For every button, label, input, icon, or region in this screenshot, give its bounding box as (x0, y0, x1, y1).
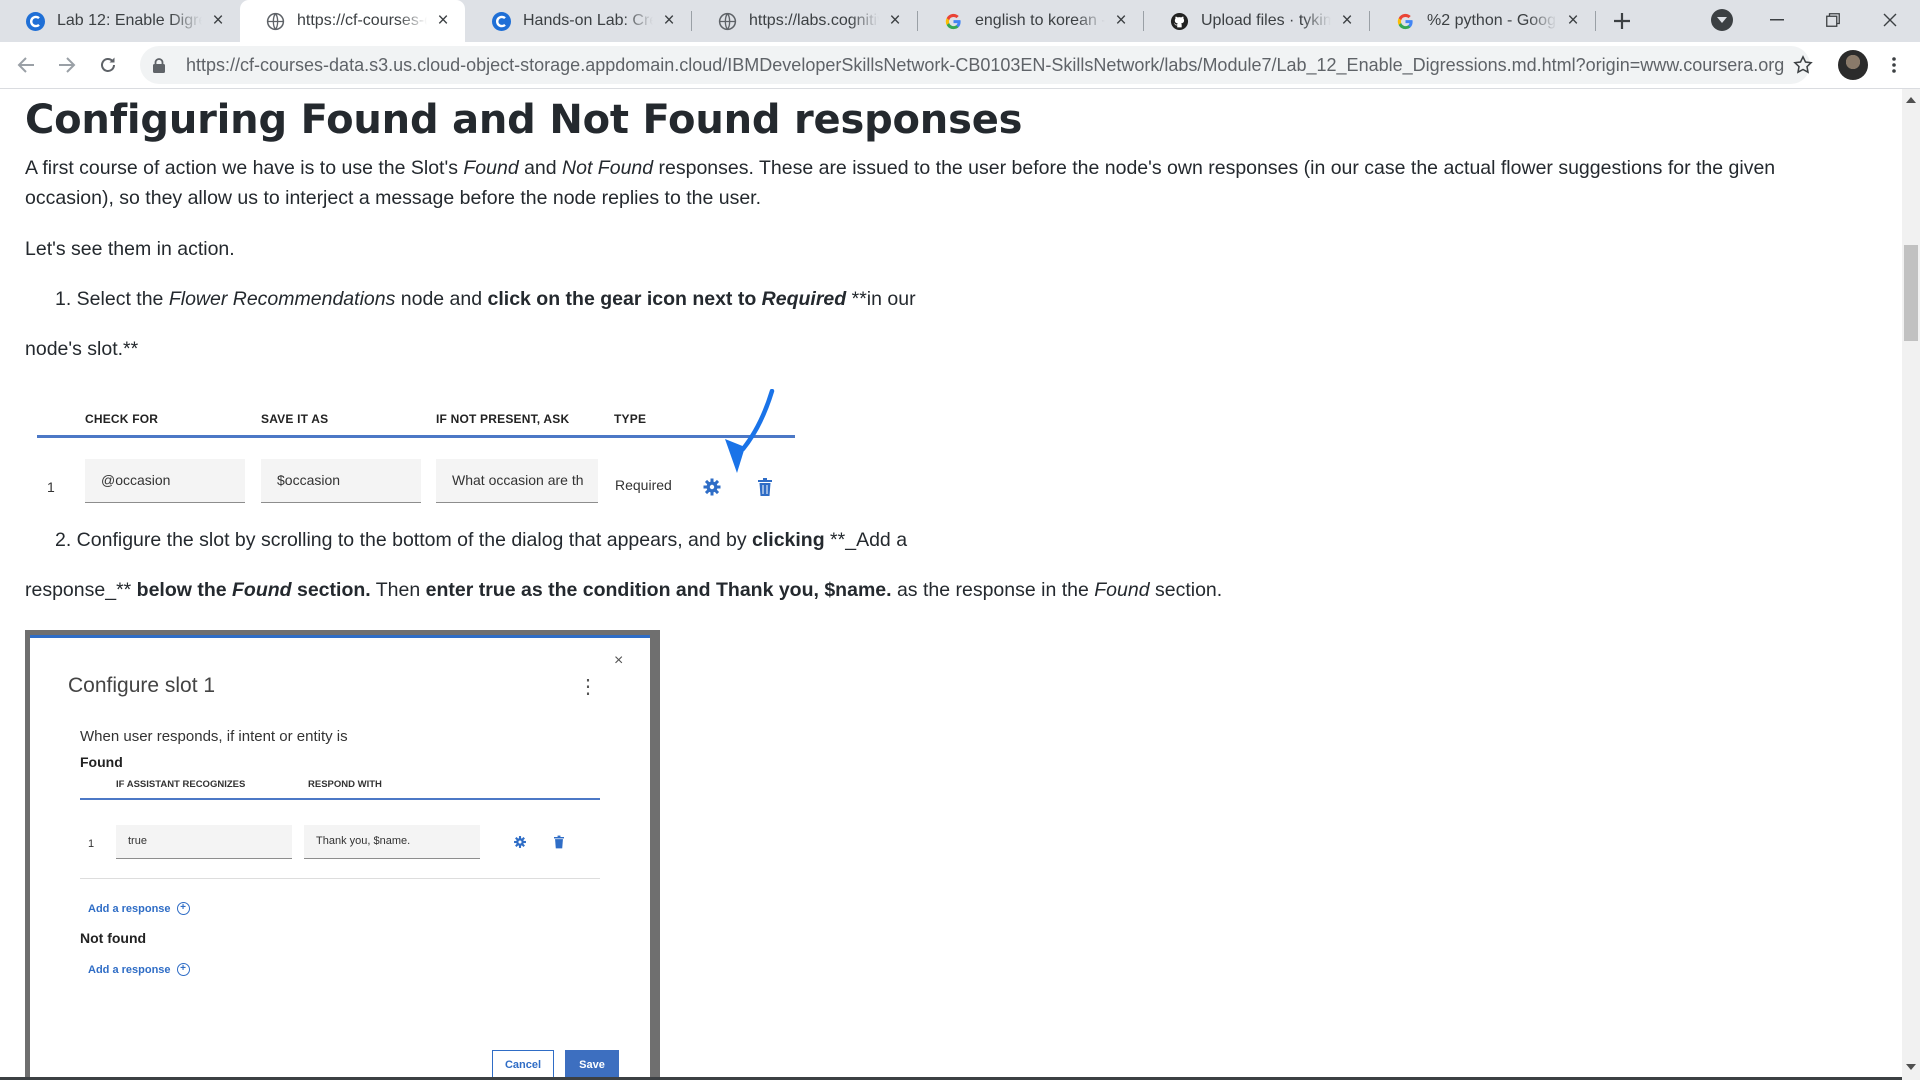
minimize-icon[interactable] (1749, 0, 1805, 40)
gear-icon (514, 836, 526, 848)
close-tab-icon[interactable]: × (1111, 10, 1131, 31)
bookmark-star-icon[interactable] (1787, 49, 1819, 81)
column-header: IF ASSISTANT RECOGNIZES (116, 779, 246, 790)
close-tab-icon[interactable]: × (208, 10, 228, 31)
url-text: https://cf-courses-data.s3.us.cloud-obje… (186, 54, 1785, 75)
tab-title: https://labs.cognitive (749, 12, 879, 29)
found-label: Found (80, 754, 123, 770)
cancel-button: Cancel (492, 1050, 554, 1080)
tab-title: english to korean - G (975, 12, 1105, 29)
save-as-field: $occasion (261, 459, 421, 503)
github-icon (1170, 12, 1189, 31)
tab-cf-courses[interactable]: https://cf-courses-da × (240, 0, 465, 42)
tab-python-google[interactable]: %2 python - Google × (1370, 0, 1595, 42)
close-window-icon[interactable] (1862, 0, 1918, 40)
scroll-up-icon[interactable] (1906, 97, 1916, 103)
type-required: Required (615, 477, 672, 493)
back-icon[interactable] (10, 49, 42, 81)
new-tab-icon[interactable] (1607, 6, 1637, 36)
step-1-continued: node's slot.** (25, 338, 139, 360)
add-circle-icon: + (176, 902, 190, 915)
ask-field: What occasion are th (436, 459, 598, 503)
overflow-menu-icon: ⋮ (578, 676, 598, 698)
google-icon (944, 12, 963, 31)
check-for-field: @occasion (85, 459, 245, 503)
see-action-text: Let's see them in action. (25, 238, 235, 260)
scroll-down-icon[interactable] (1906, 1064, 1916, 1070)
tab-title: %2 python - Google (1427, 12, 1557, 29)
condition-field: true (116, 825, 292, 859)
divider (80, 878, 600, 879)
trash-icon (554, 835, 564, 849)
configure-slot-image: × Configure slot 1 ⋮ When user responds,… (25, 630, 660, 1080)
tab-lab12[interactable]: Lab 12: Enable Digre × (0, 0, 240, 42)
close-tab-icon[interactable]: × (1563, 10, 1583, 31)
close-tab-icon[interactable]: × (659, 10, 679, 31)
tab-english-korean[interactable]: english to korean - G × (918, 0, 1143, 42)
tab-strip: Lab 12: Enable Digre × https://cf-course… (0, 0, 1920, 42)
arrow-annotation (725, 389, 775, 473)
tab-title: Lab 12: Enable Digre (57, 12, 202, 29)
column-header: TYPE (614, 412, 647, 426)
tab-labs-cognitive[interactable]: https://labs.cognitive × (692, 0, 917, 42)
google-icon (1396, 12, 1415, 31)
header-underline (37, 435, 795, 438)
close-tab-icon[interactable]: × (433, 10, 453, 31)
page-title: Configuring Found and Not Found response… (25, 97, 1023, 143)
menu-kebab-icon[interactable] (1878, 49, 1910, 81)
dialog-title: Configure slot 1 (68, 674, 216, 697)
when-user-responds-text: When user responds, if intent or entity … (80, 728, 348, 745)
step-2-continued: response_** below the Found section. The… (25, 579, 1223, 601)
gear-icon (703, 478, 721, 496)
address-bar[interactable]: https://cf-courses-data.s3.us.cloud-obje… (140, 46, 1810, 84)
intro-paragraph: A first course of action we have is to u… (25, 157, 1776, 209)
coursera-icon (26, 11, 45, 31)
row-number: 1 (88, 838, 95, 850)
slot-table-image: CHECK FOR SAVE IT AS IF NOT PRESENT, ASK… (25, 389, 812, 517)
reload-icon[interactable] (92, 49, 124, 81)
lock-icon[interactable] (150, 56, 168, 74)
column-header: SAVE IT AS (261, 412, 329, 426)
column-header: IF NOT PRESENT, ASK (436, 412, 570, 426)
tab-upload-files[interactable]: Upload files · tykims3 × (1144, 0, 1369, 42)
forward-icon[interactable] (51, 49, 83, 81)
page-viewport: Configuring Found and Not Found response… (0, 89, 1902, 1080)
save-button: Save (565, 1050, 619, 1080)
step-2: 2. Configure the slot by scrolling to th… (55, 529, 908, 551)
trash-icon (758, 478, 772, 496)
column-header: CHECK FOR (85, 412, 159, 426)
tab-title: Hands-on Lab: Creati (523, 12, 653, 29)
row-number: 1 (47, 479, 55, 495)
restore-icon[interactable] (1805, 0, 1861, 40)
not-found-label: Not found (80, 930, 147, 946)
header-underline (80, 798, 600, 800)
tab-hands-on[interactable]: Hands-on Lab: Creati × (466, 0, 691, 42)
profile-avatar[interactable] (1838, 50, 1868, 80)
browser-toolbar: https://cf-courses-data.s3.us.cloud-obje… (0, 42, 1920, 89)
vertical-scrollbar[interactable] (1902, 89, 1920, 1080)
globe-icon (718, 12, 737, 31)
tab-title: Upload files · tykims3 (1201, 12, 1331, 29)
column-header: RESPOND WITH (308, 779, 382, 790)
response-field: Thank you, $name. (304, 825, 480, 859)
add-circle-icon: + (176, 963, 190, 976)
add-response-link: Add a response + (88, 902, 190, 915)
globe-icon (266, 12, 285, 31)
add-response-link: Add a response + (88, 963, 190, 976)
close-tab-icon[interactable]: × (885, 10, 905, 31)
close-icon: × (614, 652, 624, 669)
close-tab-icon[interactable]: × (1337, 10, 1357, 31)
tab-title: https://cf-courses-da (297, 12, 427, 29)
configure-slot-dialog: × Configure slot 1 ⋮ When user responds,… (30, 635, 650, 1080)
step-1: 1. Select the Flower Recommendations nod… (55, 288, 916, 310)
tab-search-icon[interactable] (1711, 9, 1733, 31)
tab-separator (1595, 11, 1596, 31)
scrollbar-thumb[interactable] (1904, 245, 1918, 341)
coursera-icon (492, 11, 511, 31)
